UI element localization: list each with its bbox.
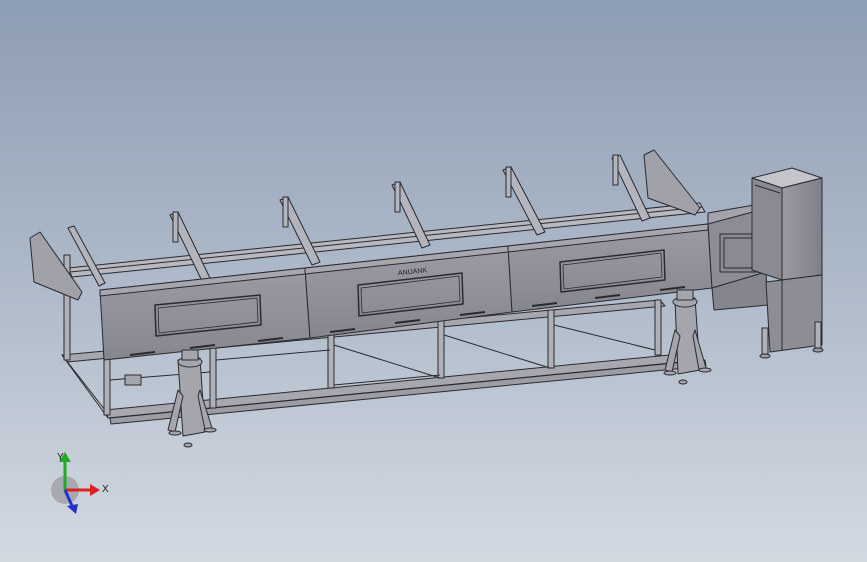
electrical-cabinet: [751, 167, 824, 359]
right-support-stand: [663, 289, 712, 385]
triad-x-label: X: [102, 484, 109, 495]
triad-y-label: Y: [57, 452, 64, 463]
left-support-stand: [124, 349, 217, 448]
graphics-viewport[interactable]: ANUANK Y X: [0, 0, 867, 562]
front-panel-1: [99, 267, 311, 361]
machine-model[interactable]: ANUANK: [0, 0, 867, 562]
front-panel-2: [304, 245, 513, 339]
reference-triad[interactable]: Y X: [40, 440, 130, 530]
